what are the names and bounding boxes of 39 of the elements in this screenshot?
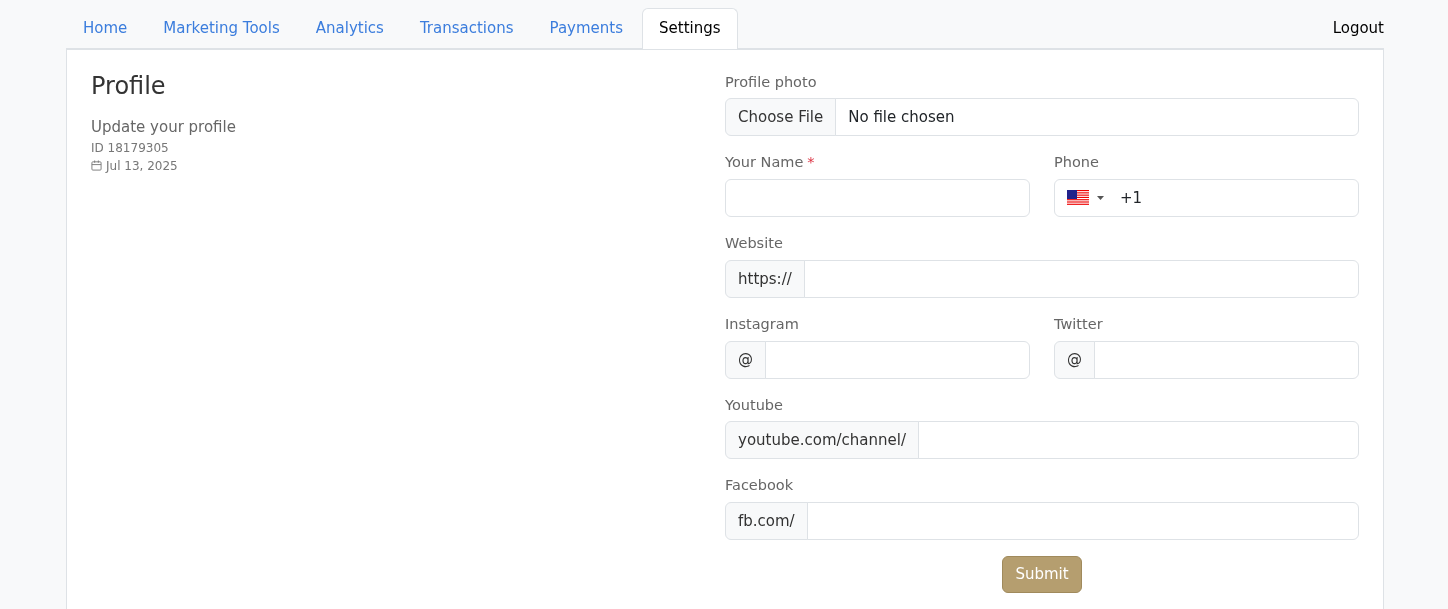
file-name-field[interactable]: No file chosen bbox=[835, 98, 1359, 137]
phone-field[interactable]: +1 bbox=[1054, 179, 1359, 217]
nav-tab[interactable]: Home bbox=[66, 8, 145, 48]
nav-tab[interactable]: Transactions bbox=[402, 8, 531, 48]
flag-icon[interactable] bbox=[1067, 190, 1089, 206]
text-input[interactable] bbox=[917, 421, 1359, 460]
input-prefix: youtube.com/channel/ bbox=[725, 421, 919, 460]
text-input[interactable] bbox=[765, 340, 1030, 379]
text-input[interactable] bbox=[1094, 340, 1359, 379]
field-label: Youtube bbox=[725, 395, 784, 415]
input-prefix: fb.com/ bbox=[725, 502, 808, 540]
nav-tab[interactable]: Analytics bbox=[298, 8, 401, 48]
field-label: Profile photo bbox=[725, 72, 818, 92]
field-label: Instagram bbox=[725, 314, 800, 334]
text-input[interactable] bbox=[806, 502, 1359, 540]
profile-id: ID 18179305 bbox=[91, 139, 170, 157]
calendar-icon bbox=[91, 160, 102, 172]
field-label: Twitter bbox=[1054, 314, 1104, 334]
nav-tab[interactable]: Payments bbox=[532, 8, 641, 48]
submit-button[interactable]: Submit bbox=[1002, 556, 1082, 593]
field-label: Phone bbox=[1054, 153, 1100, 173]
field-label: Facebook bbox=[725, 476, 795, 496]
field-label: Your Name bbox=[725, 154, 804, 171]
profile-date: Jul 13, 2025 bbox=[106, 157, 178, 175]
choose-file-button[interactable]: Choose File bbox=[725, 98, 837, 137]
caret-icon[interactable] bbox=[1097, 196, 1104, 200]
field-label: Website bbox=[725, 234, 784, 253]
required-asterisk: * bbox=[807, 154, 815, 171]
profile-subtitle: Update your profile bbox=[91, 117, 237, 139]
nav-tab[interactable]: Marketing Tools bbox=[146, 8, 297, 48]
input-prefix: @ bbox=[725, 340, 766, 379]
profile-heading: Profile bbox=[91, 71, 167, 101]
text-input[interactable] bbox=[725, 179, 1030, 217]
phone-code: +1 bbox=[1120, 187, 1143, 209]
input-prefix: https:// bbox=[725, 259, 805, 298]
text-input[interactable] bbox=[803, 259, 1359, 298]
input-prefix: @ bbox=[1054, 340, 1095, 379]
logout-link[interactable]: Logout bbox=[1332, 17, 1384, 48]
nav-tab[interactable]: Settings bbox=[642, 8, 738, 49]
